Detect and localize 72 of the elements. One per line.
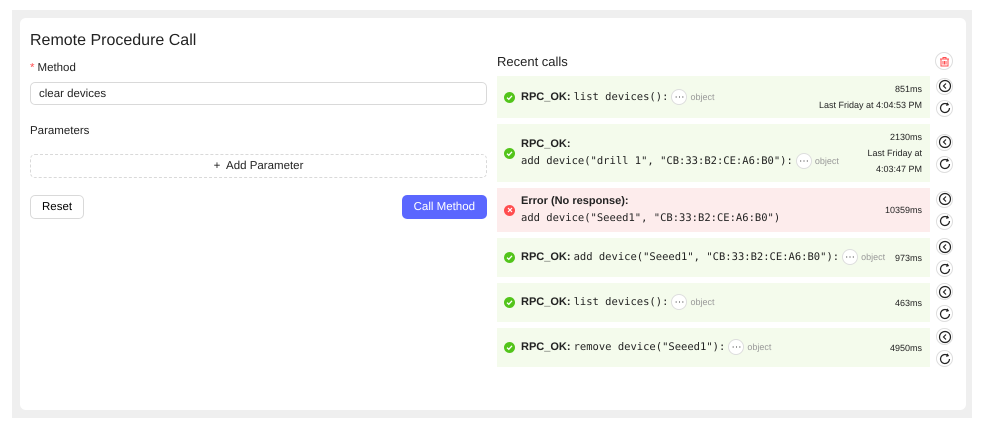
status-label: Error (No response): [521,195,629,207]
expand-button[interactable]: ⋯ [671,294,688,310]
refresh-icon [938,306,952,320]
refresh-button[interactable] [936,260,953,277]
call-text: list devices(): [574,90,668,102]
field-label: Method [37,62,76,74]
success-icon [504,92,515,102]
refresh-button[interactable] [936,156,953,172]
call-text: list devices(): [574,296,668,308]
refresh-icon [938,214,952,228]
duration: 4950ms [890,342,922,354]
refresh-icon [938,101,952,115]
back-button[interactable] [936,283,953,300]
result-type: object [690,297,714,307]
call-text: add device("drill 1", "CB:33:B2:CE:A6:B0"): [521,155,793,167]
duration: 973ms [894,252,922,264]
duration: 851ms [894,83,922,96]
success-icon [504,252,515,263]
call-text: remove device("Seeed1"): [574,341,726,353]
delete-button[interactable] [935,52,953,70]
duration: 10359ms [884,204,922,217]
error-icon [504,204,515,216]
required-mark: * [30,62,34,74]
call-text: add device("Seeed1", "CB:33:B2:CE:A6:B0"): [574,251,840,263]
refresh-icon [938,157,952,171]
back-icon [938,135,952,149]
expand-button[interactable]: ⋯ [728,339,744,356]
success-icon [504,148,515,158]
duration: 2130ms [888,131,922,144]
timestamp: 4:03:47 PM [874,163,922,176]
call-method-button[interactable]: Call Method [402,195,487,219]
refresh-button[interactable] [936,350,953,367]
refresh-icon [938,352,952,366]
success-icon [504,297,515,308]
back-icon [938,284,952,298]
refresh-button[interactable] [936,100,953,116]
trash-icon [938,56,950,66]
back-icon [938,330,952,344]
refresh-button[interactable] [936,305,953,322]
status-label: RPC_OK: [521,90,571,102]
timestamp: Last Friday at [867,147,922,160]
back-icon [938,240,952,254]
status-label: RPC_OK: [521,296,571,308]
result-type: object [861,252,886,262]
reset-button[interactable]: Reset [30,195,84,219]
add-parameter-button[interactable]: + Add Parameter [30,154,487,178]
back-button[interactable] [936,78,953,94]
result-type: object [814,156,839,166]
section-title: Recent calls [497,54,568,68]
back-icon [938,192,952,206]
back-button[interactable] [936,238,953,255]
field-label: Parameters [30,125,90,137]
status-label: RPC_OK: [521,341,571,353]
timestamp: Last Friday at 4:04:53 PM [818,99,922,112]
result-type: object [747,342,772,352]
status-label: RPC_OK: [521,251,571,263]
method-field[interactable]: clear devices [30,82,487,105]
back-icon [938,79,952,93]
duration: 463ms [894,296,922,310]
panel-title: Remote Procedure Call [30,32,198,50]
result-type: object [690,92,714,102]
refresh-button[interactable] [936,212,953,230]
back-button[interactable] [936,134,953,150]
call-text: add device("Seeed1", "CB:33:B2:CE:A6:B0") [521,212,780,224]
status-label: RPC_OK: [521,138,571,150]
expand-button[interactable]: ⋯ [796,153,812,170]
back-button[interactable] [936,190,953,208]
back-button[interactable] [936,328,953,345]
expand-button[interactable]: ⋯ [842,249,858,266]
refresh-icon [938,262,952,276]
expand-button[interactable]: ⋯ [671,88,688,105]
success-icon [504,342,515,353]
